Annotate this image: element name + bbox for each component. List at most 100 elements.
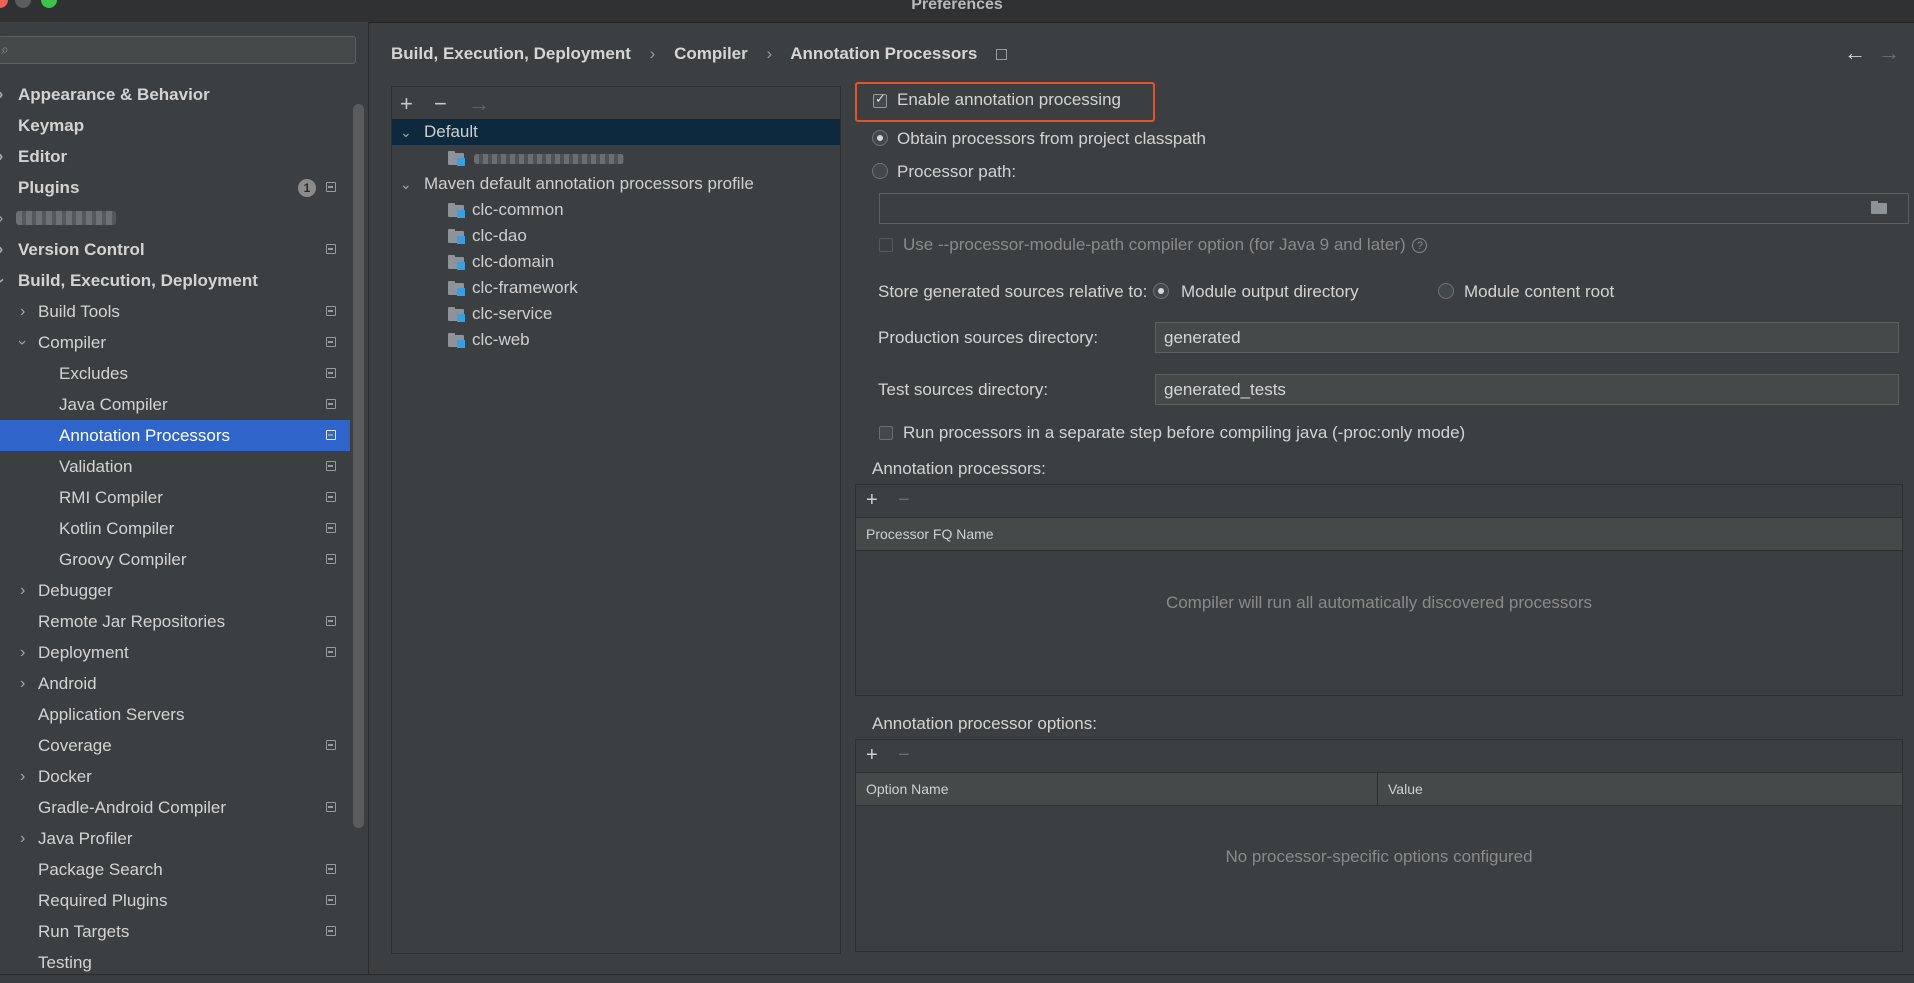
sidebar-item-build-tools[interactable]: › Build Tools [0,296,350,327]
production-sources-label: Production sources directory: [878,328,1099,347]
remove-processor-button[interactable]: − [898,489,910,512]
enable-annotation-processing-label: Enable annotation processing [897,90,1121,109]
sidebar-item-validation[interactable]: Validation [0,451,350,482]
add-option-button[interactable]: + [866,744,878,767]
options-empty-text: No processor-specific options configured [1225,847,1533,866]
breadcrumb-item[interactable]: Build, Execution, Deployment [391,44,631,63]
sidebar-scrollbar[interactable] [353,104,364,828]
options-table-header: Option Name Value [856,772,1902,806]
sidebar-item-coverage[interactable]: Coverage [0,730,350,761]
profile-default[interactable]: ⌄ Default [392,119,840,145]
sidebar-item-rmi-compiler[interactable]: RMI Compiler [0,482,350,513]
profile-module-item[interactable] [392,145,840,171]
obtain-from-classpath-radio[interactable] [872,130,888,146]
sidebar-item-annotation-processors[interactable]: Annotation Processors [0,420,350,451]
chevron-right-icon: › [0,141,3,172]
remove-option-button[interactable]: − [898,744,910,767]
sidebar-item-run-targets[interactable]: Run Targets [0,916,350,947]
profile-module-item[interactable]: clc-domain [392,249,840,275]
project-level-icon [326,926,336,936]
sidebar-item-remote-jar-repositories[interactable]: Remote Jar Repositories [0,606,350,637]
separate-step-checkbox[interactable] [879,426,893,440]
sidebar-item-plugins[interactable]: Plugins 1 [0,172,350,203]
sidebar-item-build-execution-deployment[interactable]: › Build, Execution, Deployment [0,265,350,296]
folder-browse-icon[interactable] [1871,200,1889,214]
project-level-icon [326,647,336,657]
module-folder-icon [448,281,466,296]
module-folder-icon [448,151,466,166]
profiles-tree-panel: + − → ⌄ Default ⌄ Maven default annotati… [391,86,841,954]
chevron-down-icon: ⌄ [400,124,412,140]
project-level-icon [326,895,336,905]
processors-table-header: Processor FQ Name [856,517,1902,551]
obtain-from-classpath-label: Obtain processors from project classpath [897,129,1206,148]
sidebar-item-appearance[interactable]: › Appearance & Behavior [0,79,350,110]
project-level-icon [326,244,336,254]
settings-search-input[interactable]: ⌕ [0,36,356,64]
processor-path-field[interactable] [879,193,1909,224]
sidebar-item-editor[interactable]: › Editor [0,141,350,172]
sidebar-item-excludes[interactable]: Excludes [0,358,350,389]
profile-module-item[interactable]: clc-framework [392,275,840,301]
module-content-root-radio[interactable] [1438,283,1454,299]
sidebar-item-gradle-android-compiler[interactable]: Gradle-Android Compiler [0,792,350,823]
chevron-right-icon: › [20,644,26,661]
add-processor-button[interactable]: + [866,489,878,512]
processor-path-label: Processor path: [897,162,1017,181]
chevron-right-icon: › [0,203,3,234]
remove-profile-button[interactable]: − [434,91,447,117]
enable-annotation-processing-checkbox[interactable] [873,91,887,108]
profile-module-item[interactable]: clc-service [392,301,840,327]
annotation-processors-table: + − Processor FQ Name Compiler will run … [855,484,1903,696]
sidebar-item-compiler[interactable]: › Compiler [0,327,350,358]
project-level-icon [326,368,336,378]
module-output-directory-radio[interactable] [1153,283,1169,299]
profile-module-item[interactable]: clc-web [392,327,840,353]
profile-module-item[interactable]: clc-common [392,197,840,223]
project-level-icon [326,616,336,626]
sidebar-item-kotlin-compiler[interactable]: Kotlin Compiler [0,513,350,544]
processor-module-path-checkbox[interactable] [879,238,893,252]
sidebar-item-required-plugins[interactable]: Required Plugins [0,885,350,916]
column-processor-fq-name[interactable]: Processor FQ Name [856,518,994,550]
chevron-right-icon: › [20,675,26,692]
processor-options-panel: Enable annotation processing Obtain proc… [855,22,1914,974]
processors-empty-text: Compiler will run all automatically disc… [1165,593,1593,612]
settings-sidebar: ⌕ › Appearance & Behavior Keymap › Edito… [0,22,369,974]
window-title: Preferences [911,0,1003,13]
sidebar-item-android[interactable]: › Android [0,668,350,699]
sidebar-item-debugger[interactable]: › Debugger [0,575,350,606]
sidebar-item-java-profiler[interactable]: › Java Profiler [0,823,350,854]
processor-path-radio[interactable] [872,163,888,179]
module-output-directory-label: Module output directory [1181,282,1359,301]
module-content-root-label: Module content root [1464,282,1615,301]
sidebar-item-java-compiler[interactable]: Java Compiler [0,389,350,420]
profile-module-item[interactable]: clc-dao [392,223,840,249]
column-value[interactable]: Value [1378,773,1423,805]
add-profile-button[interactable]: + [400,91,413,117]
sidebar-item-groovy-compiler[interactable]: Groovy Compiler [0,544,350,575]
project-level-icon [326,864,336,874]
profile-maven-default[interactable]: ⌄ Maven default annotation processors pr… [392,171,840,197]
redacted-label [16,211,116,225]
project-level-icon [326,337,336,347]
store-generated-sources-label: Store generated sources relative to: [878,282,1148,301]
move-to-profile-button[interactable]: → [468,91,490,117]
sidebar-item-testing[interactable]: Testing [0,947,350,974]
production-sources-input[interactable]: generated [1155,322,1899,353]
column-option-name[interactable]: Option Name [856,773,948,805]
help-icon[interactable]: ? [1412,238,1428,254]
sidebar-item-deployment[interactable]: › Deployment [0,637,350,668]
project-level-icon [326,399,336,409]
breadcrumb-item[interactable]: Compiler [674,44,748,63]
sidebar-item-package-search[interactable]: Package Search [0,854,350,885]
test-sources-input[interactable]: generated_tests [1155,374,1899,405]
sidebar-item-application-servers[interactable]: Application Servers [0,699,350,730]
sidebar-item-docker[interactable]: › Docker [0,761,350,792]
redacted-label [474,154,624,164]
project-level-icon [326,492,336,502]
module-folder-icon [448,229,466,244]
sidebar-item-version-control[interactable]: › Version Control [0,234,350,265]
sidebar-item-redacted[interactable]: › [0,203,350,234]
sidebar-item-keymap[interactable]: Keymap [0,110,350,141]
